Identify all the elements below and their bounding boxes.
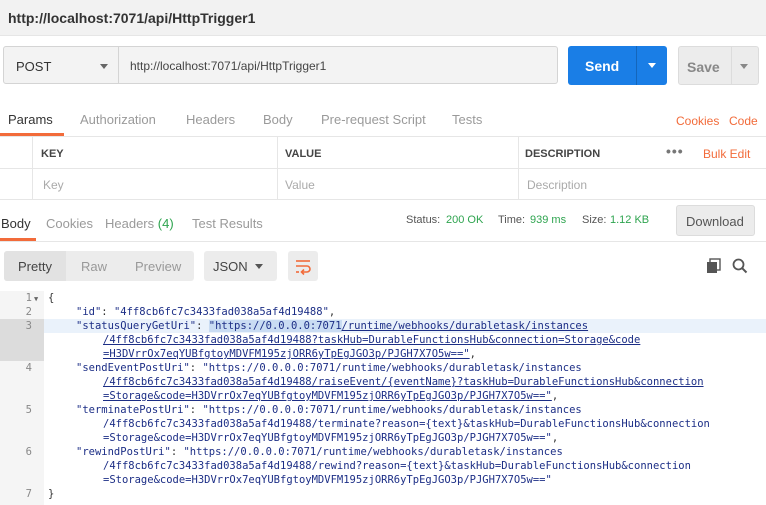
chevron-down-icon bbox=[255, 264, 263, 269]
line-number: 6 bbox=[25, 446, 32, 458]
tab-params[interactable]: Params bbox=[8, 112, 53, 127]
pretty-button[interactable]: Pretty bbox=[18, 259, 52, 274]
response-tab-headers-label: Headers bbox=[105, 216, 155, 231]
download-label: Download bbox=[686, 214, 744, 229]
chevron-down-icon bbox=[100, 64, 108, 69]
response-body-viewer[interactable]: 1 ▼ 2 3 4 5 6 7 { "id": "4ff8cb6fc7c3433… bbox=[0, 291, 766, 505]
line-number: 7 bbox=[25, 488, 32, 500]
response-tabs-divider bbox=[0, 241, 766, 242]
column-divider bbox=[32, 137, 33, 199]
language-label: JSON bbox=[213, 259, 248, 274]
code-line: "statusQueryGetUri": "https://0.0.0.0:70… bbox=[76, 320, 589, 332]
time-value: 939 ms bbox=[530, 214, 567, 226]
code-line: =Storage&code=H3DVrrOx7eqYUBfgtoyMDVFM19… bbox=[103, 474, 552, 486]
status-label: Status: bbox=[406, 214, 441, 226]
column-divider bbox=[518, 137, 519, 199]
table-row-divider bbox=[0, 199, 766, 200]
search-icon[interactable] bbox=[732, 258, 748, 277]
more-options-icon[interactable]: ••• bbox=[666, 143, 684, 159]
wrap-lines-icon bbox=[296, 260, 311, 276]
code-line: "id": "4ff8cb6fc7c3433fad038a5af4d19488"… bbox=[76, 306, 336, 318]
method-select[interactable]: POST bbox=[3, 46, 119, 84]
tab-tests[interactable]: Tests bbox=[452, 112, 482, 127]
value-input[interactable]: Value bbox=[285, 178, 315, 192]
column-header-value: VALUE bbox=[285, 148, 322, 160]
wrap-lines-button[interactable] bbox=[288, 251, 318, 281]
code-line: /4ff8cb6fc7c3433fad038a5af4d19488/rewind… bbox=[103, 460, 691, 472]
size-value: 1.12 KB bbox=[610, 214, 650, 226]
send-options-chevron-icon[interactable] bbox=[648, 63, 656, 68]
method-label: POST bbox=[16, 59, 52, 74]
code-line: =H3DVrrOx7eqYUBfgtoyMDVFM195zjORR6yTpEgJ… bbox=[103, 348, 476, 360]
fold-arrow-icon[interactable]: ▼ bbox=[34, 295, 38, 303]
response-tab-test-results[interactable]: Test Results bbox=[192, 216, 263, 231]
url-value: http://localhost:7071/api/HttpTrigger1 bbox=[130, 59, 327, 73]
description-input[interactable]: Description bbox=[527, 178, 587, 192]
code-line: } bbox=[48, 488, 55, 500]
save-divider bbox=[731, 47, 732, 84]
column-header-description: DESCRIPTION bbox=[525, 148, 601, 160]
language-select[interactable]: JSON bbox=[204, 251, 277, 281]
code-line: =Storage&code=H3DVrrOx7eqYUBfgtoyMDVFM19… bbox=[103, 390, 559, 402]
send-label: Send bbox=[585, 58, 620, 74]
table-header-divider bbox=[0, 168, 766, 169]
raw-button[interactable]: Raw bbox=[81, 259, 107, 274]
send-divider bbox=[636, 46, 637, 85]
headers-count-badge: (4) bbox=[157, 216, 174, 231]
code-line: /4ff8cb6fc7c3433fad038a5af4d19488?taskHu… bbox=[103, 334, 641, 346]
column-header-key: KEY bbox=[41, 148, 64, 160]
column-divider bbox=[277, 137, 278, 199]
code-line: /4ff8cb6fc7c3433fad038a5af4d19488/raiseE… bbox=[103, 376, 704, 388]
response-tab-headers[interactable]: Headers (4) bbox=[105, 216, 174, 231]
tab-pre-request-script[interactable]: Pre-request Script bbox=[321, 112, 426, 127]
code-line: =Storage&code=H3DVrrOx7eqYUBfgtoyMDVFM19… bbox=[103, 432, 559, 444]
code-line: "rewindPostUri": "https://0.0.0.0:7071/r… bbox=[76, 446, 563, 458]
code-line: { bbox=[48, 292, 55, 304]
status-value: 200 OK bbox=[446, 214, 484, 226]
request-title: http://localhost:7071/api/HttpTrigger1 bbox=[8, 10, 256, 26]
send-button[interactable]: Send bbox=[568, 46, 667, 85]
code-link[interactable]: Code bbox=[729, 114, 758, 128]
response-tab-cookies[interactable]: Cookies bbox=[46, 216, 93, 231]
code-line: /4ff8cb6fc7c3433fad038a5af4d19488/termin… bbox=[103, 418, 710, 430]
bulk-edit-link[interactable]: Bulk Edit bbox=[703, 147, 750, 161]
url-input[interactable]: http://localhost:7071/api/HttpTrigger1 bbox=[119, 46, 558, 84]
save-label: Save bbox=[687, 59, 720, 75]
line-number: 2 bbox=[25, 306, 32, 318]
cookies-link[interactable]: Cookies bbox=[676, 114, 719, 128]
preview-button[interactable]: Preview bbox=[135, 259, 181, 274]
line-number: 3 bbox=[25, 320, 32, 332]
tabs-divider bbox=[0, 136, 766, 137]
save-button[interactable]: Save bbox=[678, 46, 759, 85]
request-title-bar: http://localhost:7071/api/HttpTrigger1 bbox=[0, 0, 766, 36]
format-mode-group: Pretty Raw Preview bbox=[4, 251, 194, 281]
code-line: "sendEventPostUri": "https://0.0.0.0:707… bbox=[76, 362, 582, 374]
download-button[interactable]: Download bbox=[676, 205, 755, 236]
save-options-chevron-icon[interactable] bbox=[740, 64, 748, 69]
response-tab-body[interactable]: Body bbox=[1, 216, 31, 231]
line-number: 5 bbox=[25, 404, 32, 416]
tab-authorization[interactable]: Authorization bbox=[80, 112, 156, 127]
code-line: "terminatePostUri": "https://0.0.0.0:707… bbox=[76, 404, 582, 416]
time-label: Time: bbox=[498, 214, 526, 226]
key-input[interactable]: Key bbox=[43, 178, 64, 192]
tab-headers[interactable]: Headers bbox=[186, 112, 235, 127]
copy-icon[interactable] bbox=[706, 258, 722, 277]
line-number: 1 bbox=[25, 292, 32, 304]
line-number: 4 bbox=[25, 362, 32, 374]
size-label: Size: bbox=[582, 214, 607, 226]
tab-body[interactable]: Body bbox=[263, 112, 293, 127]
